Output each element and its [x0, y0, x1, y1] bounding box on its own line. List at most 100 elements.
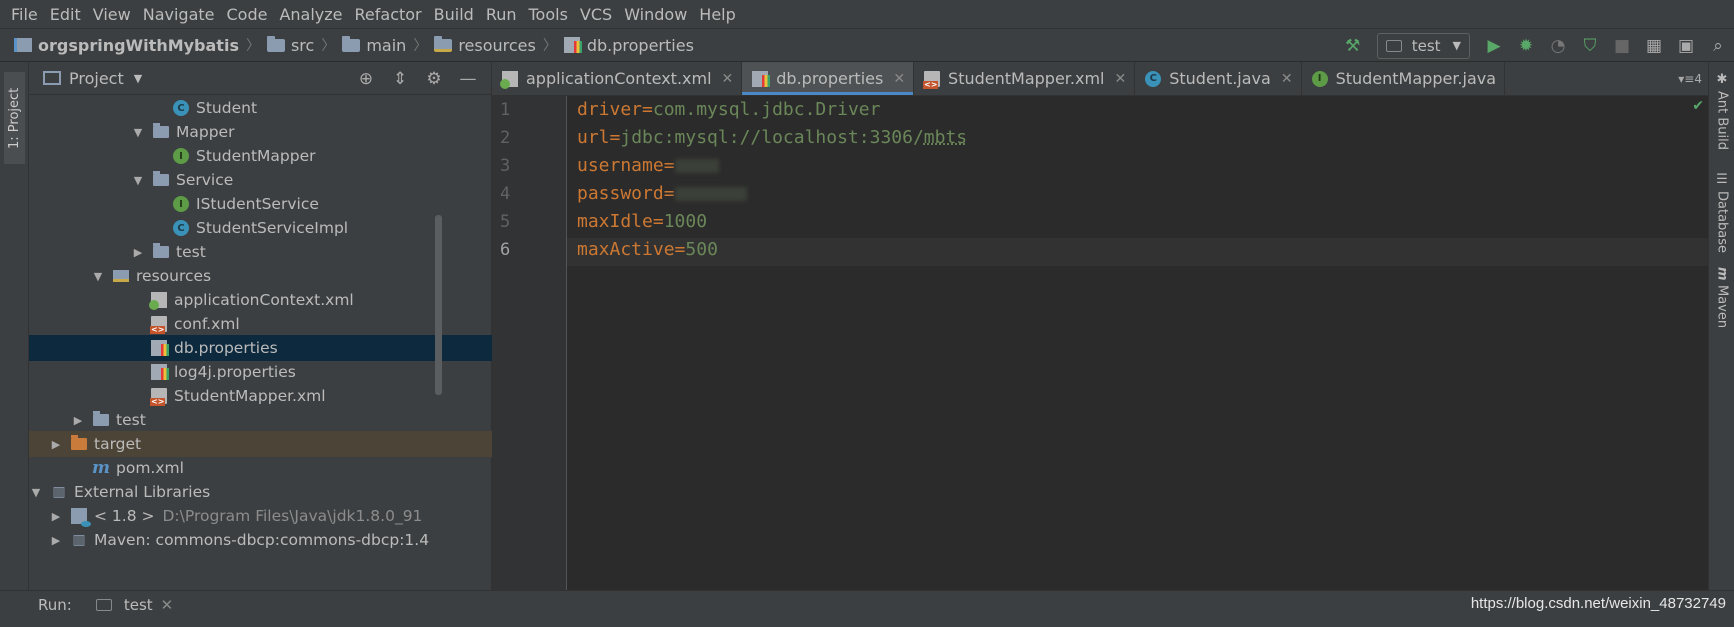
watermark-text: https://blog.csdn.net/weixin_48732749 [1470, 595, 1726, 612]
search-icon[interactable]: ⌕ [1704, 32, 1732, 60]
ant-icon: ✱ [1714, 72, 1730, 87]
close-icon[interactable]: ✕ [722, 71, 734, 87]
tree-node-conf-xml[interactable]: conf.xml [29, 311, 492, 337]
breadcrumb-main[interactable]: main 〉 [342, 35, 434, 55]
inspection-ok-icon[interactable]: ✔ [1692, 98, 1704, 114]
chevron-right-icon[interactable]: ▶ [49, 534, 63, 547]
excluded-folder-icon [71, 435, 87, 450]
tree-node-studentserviceimpl[interactable]: C StudentServiceImpl [29, 215, 492, 241]
tab-student-java[interactable]: C Student.java ✕ [1135, 62, 1302, 95]
chevron-right-icon[interactable]: ▶ [131, 246, 145, 259]
chevron-right-icon[interactable]: ▶ [71, 414, 85, 427]
debug-bug-icon[interactable]: ✹ [1512, 32, 1540, 60]
tab-studentmapper-xml[interactable]: StudentMapper.xml ✕ [914, 62, 1136, 95]
gear-icon[interactable]: ⚙ [419, 65, 449, 93]
menu-run[interactable]: Run [483, 5, 526, 24]
tree-node-studentmapper-xml[interactable]: StudentMapper.xml [29, 383, 492, 409]
project-view-select[interactable]: Project [69, 69, 124, 88]
menu-code[interactable]: Code [224, 5, 277, 24]
maven-tab[interactable]: m Maven [1712, 267, 1732, 328]
database-tab[interactable]: ☰ Database [1712, 172, 1732, 253]
tree-node-pom-xml[interactable]: m pom.xml [29, 455, 492, 481]
tree-node-log4j-properties[interactable]: log4j.properties [29, 359, 492, 385]
locate-target-icon[interactable]: ⊕ [351, 65, 381, 93]
tree-node-jdk[interactable]: ▶ < 1.8 > D:\Program Files\Java\jdk1.8.0… [29, 503, 492, 529]
tab-db-properties[interactable]: db.properties ✕ [742, 62, 915, 95]
database-icon: ☰ [1714, 172, 1730, 187]
tree-node-target[interactable]: ▶ target [29, 431, 492, 457]
tree-node-resources[interactable]: ▼ resources [29, 263, 492, 289]
tree-node-mapper[interactable]: ▼ Mapper [29, 119, 492, 145]
tree-node-maven-dbcp[interactable]: ▶ ▥ Maven: commons-dbcp:commons-dbcp:1.4 [29, 527, 492, 553]
chevron-down-icon[interactable]: ▼ [91, 270, 105, 283]
xml-file-icon [923, 70, 941, 89]
chevron-right-icon[interactable]: ▶ [49, 438, 63, 451]
close-icon[interactable]: ✕ [893, 71, 905, 87]
chevron-down-icon[interactable]: ▼ [131, 126, 145, 139]
tree-node-db-properties[interactable]: db.properties [29, 335, 492, 361]
chevron-right-icon: 〉 [321, 38, 336, 54]
minimize-icon[interactable]: — [453, 65, 483, 93]
menu-window[interactable]: Window [621, 5, 696, 24]
tab-applicationcontext-xml[interactable]: applicationContext.xml ✕ [492, 62, 743, 95]
class-icon: C [173, 100, 189, 116]
menu-view[interactable]: View [90, 5, 140, 24]
menu-navigate[interactable]: Navigate [140, 5, 224, 24]
menu-file[interactable]: File [8, 5, 47, 24]
breadcrumb-resources[interactable]: resources 〉 [434, 35, 564, 55]
project-tree: C Student ▼ Mapper I StudentMapper ▼ Ser… [29, 95, 492, 590]
breadcrumb-project[interactable]: orgspringWithMybatis 〉 [14, 35, 267, 55]
close-icon[interactable]: ✕ [161, 596, 174, 614]
close-icon[interactable]: ✕ [1281, 71, 1293, 87]
menu-tools[interactable]: Tools [526, 5, 577, 24]
profile-icon[interactable]: ◔ [1544, 32, 1572, 60]
tree-node-applicationcontext[interactable]: applicationContext.xml [29, 287, 492, 313]
tree-node-service[interactable]: ▼ Service [29, 167, 492, 193]
editor-tabs: applicationContext.xml ✕ db.properties ✕… [492, 62, 1708, 96]
xml-file-icon [150, 388, 167, 406]
line-number: 3 [500, 156, 511, 176]
menu-vcs[interactable]: VCS [577, 5, 621, 24]
chevron-down-icon[interactable]: ▼ [134, 72, 142, 85]
stop-icon[interactable]: ■ [1608, 32, 1636, 60]
breadcrumb-file[interactable]: db.properties [563, 36, 694, 55]
tabs-overflow[interactable]: ▾≡ 4 [1678, 62, 1702, 96]
code-line-2: url=jdbc:mysql://localhost:3306/mbts [577, 127, 968, 148]
menu-analyze[interactable]: Analyze [276, 5, 351, 24]
properties-file-icon [151, 364, 169, 380]
terminal-icon[interactable]: ▣ [1672, 32, 1700, 60]
spring-xml-icon [149, 292, 167, 310]
collapse-all-icon[interactable]: ⇕ [385, 65, 415, 93]
project-scrollbar[interactable] [435, 215, 442, 395]
tree-node-test-package[interactable]: ▶ test [29, 239, 492, 265]
package-folder-icon [153, 243, 169, 258]
run-config-icon [1385, 39, 1402, 52]
project-tool-tab[interactable]: 1: Project [4, 72, 25, 164]
ant-build-tab[interactable]: ✱ Ant Build [1712, 72, 1732, 150]
tree-node-istudentservice[interactable]: I IStudentService [29, 191, 492, 217]
tree-node-studentmapper[interactable]: I StudentMapper [29, 143, 492, 169]
tree-node-external-libraries[interactable]: ▼ ▥ External Libraries [29, 479, 492, 505]
menu-build[interactable]: Build [431, 5, 483, 24]
menu-help[interactable]: Help [696, 5, 744, 24]
right-tool-strip: ✱ Ant Build ☰ Database m Maven [1708, 62, 1734, 590]
chevron-right-icon[interactable]: ▶ [49, 510, 63, 523]
tab-studentmapper-java[interactable]: I StudentMapper.java [1302, 62, 1506, 95]
close-icon[interactable]: ✕ [1115, 71, 1127, 87]
chevron-down-icon[interactable]: ▼ [131, 174, 145, 187]
run-icon[interactable]: ▶ [1480, 32, 1508, 60]
menu-edit[interactable]: Edit [47, 5, 90, 24]
maven-icon: m [1714, 267, 1730, 281]
jdk-icon [71, 508, 91, 527]
tree-node-test-folder[interactable]: ▶ test [29, 407, 492, 433]
coverage-icon[interactable]: ⛉ [1576, 32, 1604, 60]
chevron-down-icon[interactable]: ▼ [29, 486, 43, 499]
run-tab-test[interactable]: test ✕ [95, 596, 174, 614]
code-editor[interactable]: 1 2 3 4 5 6 driver=com.mysql.jdbc.Driver… [492, 96, 1708, 590]
run-configuration-select[interactable]: test ▼ [1376, 32, 1470, 59]
project-structure-icon[interactable]: ▦ [1640, 32, 1668, 60]
menu-refactor[interactable]: Refactor [352, 5, 431, 24]
build-hammer-icon[interactable]: ⚒ [1339, 32, 1367, 60]
tree-node-student[interactable]: C Student [29, 95, 492, 121]
breadcrumb-src[interactable]: src 〉 [266, 35, 342, 55]
